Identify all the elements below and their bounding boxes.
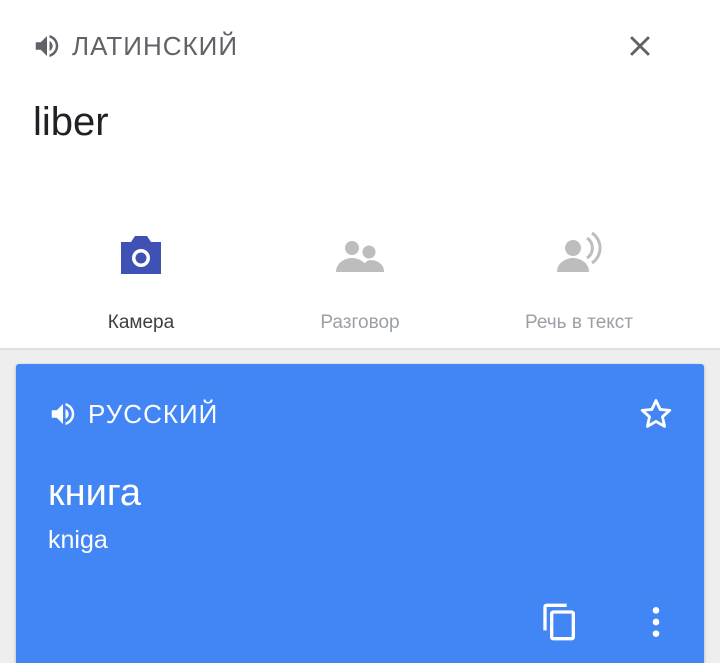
translation-card: РУССКИЙ книга kniga [16,364,704,663]
source-panel: ЛАТИНСКИЙ liber Камера Разговор Речь в т… [0,0,720,348]
result-language-label: РУССКИЙ [88,398,219,429]
more-options-button[interactable] [632,598,680,646]
copy-icon [543,603,575,641]
camera-icon [121,236,161,274]
speech-to-text-icon [557,231,602,272]
speech-to-text-tool-label: Речь в текст [524,312,633,333]
source-text[interactable]: liber [33,100,109,145]
star-outline-icon [640,399,672,428]
conversation-tool-button[interactable]: Разговор [250,222,470,342]
camera-tool-label: Камера [107,312,175,333]
conversation-icon [336,241,384,272]
input-tools: Камера Разговор Речь в текст [0,222,720,342]
result-language-row[interactable]: РУССКИЙ [48,396,218,432]
speech-to-text-tool-button[interactable]: Речь в текст [469,222,689,342]
camera-tool-button[interactable]: Камера [31,222,251,342]
close-icon [630,36,650,56]
translation-text: книга [48,472,141,514]
conversation-tool-label: Разговор [320,312,400,333]
copy-button[interactable] [536,598,584,646]
more-vertical-icon [652,607,660,637]
volume-icon[interactable] [48,399,78,429]
save-favorite-button[interactable] [632,390,680,438]
close-button[interactable] [616,22,664,70]
volume-icon[interactable] [32,31,62,61]
transliteration-text: kniga [48,526,108,554]
translate-screen: ЛАТИНСКИЙ liber Камера Разговор Речь в т… [0,0,720,663]
source-language-row[interactable]: ЛАТИНСКИЙ [32,28,238,64]
source-language-label: ЛАТИНСКИЙ [72,30,239,61]
